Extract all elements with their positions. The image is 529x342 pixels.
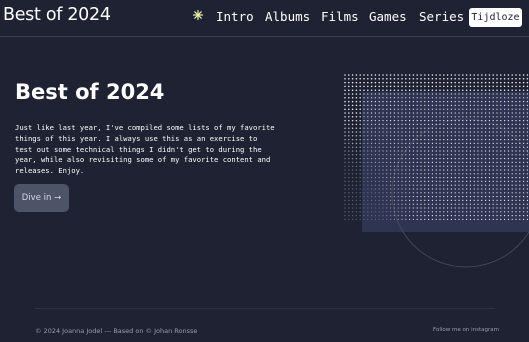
footer-copyright: © 2024 Joanna Jodel --- Based on © Johan… [35,327,198,335]
dive-in-button[interactable]: Dive in → [14,184,69,212]
nav-link-games[interactable]: Games [369,9,407,24]
nav-link-series[interactable]: Series [419,9,464,24]
intro-paragraph: Just like last year, I've compiled some … [15,123,275,176]
footer-divider [35,308,495,309]
nav-link-albums[interactable]: Albums [265,9,310,24]
tijdloze-button[interactable]: Tijdloze [469,8,522,27]
star-icon [192,9,204,21]
site-header: Best of 2024 Intro Albums Films Games Se… [0,0,529,37]
site-brand[interactable]: Best of 2024 [3,5,111,25]
nav-link-films[interactable]: Films [321,9,359,24]
dot-pattern-artwork [344,74,529,268]
instagram-link[interactable]: Follow me on instagram [433,327,499,333]
page-title: Best of 2024 [15,80,165,104]
nav-link-intro[interactable]: Intro [216,9,254,24]
